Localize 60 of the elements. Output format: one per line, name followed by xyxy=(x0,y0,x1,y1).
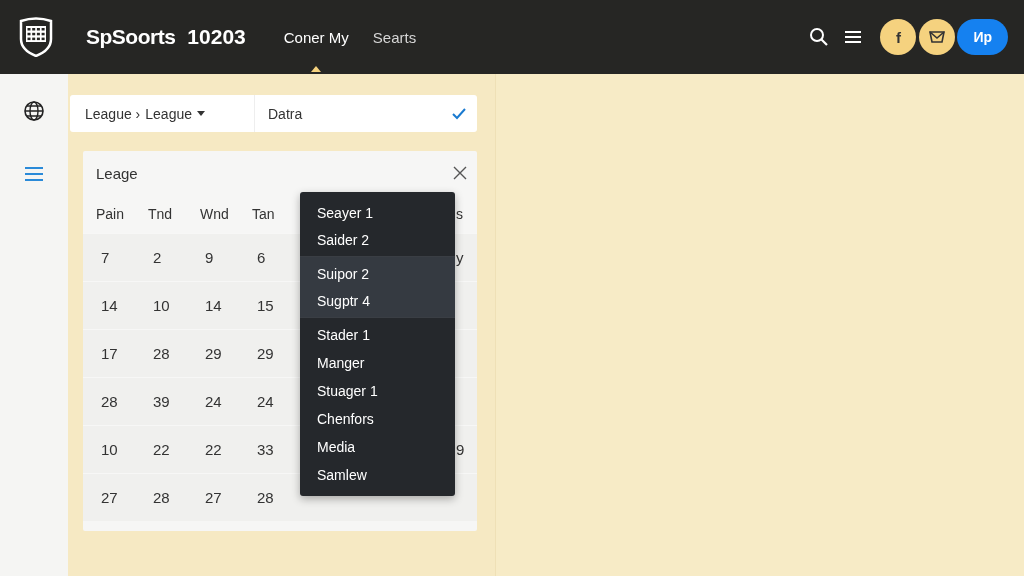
table-cell-text: 17 xyxy=(100,344,119,364)
table-cell-text: 29 xyxy=(204,344,223,364)
table-cell-text: 15 xyxy=(256,296,275,316)
card-title: Leage xyxy=(96,164,138,182)
table-cell-text: 39 xyxy=(152,392,171,412)
table-cell-text: 10 xyxy=(100,440,119,460)
caret-icon xyxy=(197,111,205,116)
menu-item[interactable]: Sugptr 4 xyxy=(300,287,455,314)
input-field[interactable]: Datra xyxy=(255,95,477,132)
column-header: Wnd xyxy=(199,205,230,224)
table-cell-text: 2 xyxy=(152,248,163,268)
globe-icon[interactable] xyxy=(23,100,45,122)
menu-item[interactable]: Media xyxy=(300,433,455,461)
table-cell-text: 7 xyxy=(100,248,111,268)
menu-item[interactable]: Suipor 2 xyxy=(300,260,455,287)
table-cell-text: 6 xyxy=(256,248,267,268)
table-cell-text: y xyxy=(455,248,465,268)
table-cell-text: 9 xyxy=(204,248,215,268)
brand-number: 10203 xyxy=(187,25,246,49)
menu-item[interactable]: Chenfors xyxy=(300,405,455,433)
column-header: Tan xyxy=(251,205,276,224)
table-cell-text: 22 xyxy=(152,440,171,460)
nav-tab[interactable]: Coner My xyxy=(283,0,349,74)
close-icon[interactable] xyxy=(453,166,467,180)
table-cell-text: 10 xyxy=(152,296,171,316)
nav-tab[interactable]: Searts xyxy=(372,0,417,74)
table-cell-text: 33 xyxy=(256,440,275,460)
text-input[interactable]: Datra xyxy=(255,94,451,133)
table-cell-text: 28 xyxy=(152,344,171,364)
table-cell-text: 28 xyxy=(256,488,275,508)
breadcrumb-item[interactable]: League › xyxy=(85,105,141,122)
table-cell-text: 28 xyxy=(100,392,119,412)
table-cell-text: 14 xyxy=(100,296,119,316)
brand-name: SpSoorts xyxy=(86,25,176,49)
menu-item[interactable]: Stader 1 xyxy=(300,321,455,349)
table-cell-text: 14 xyxy=(204,296,223,316)
mail-button[interactable] xyxy=(919,19,956,55)
table-cell-text: 29 xyxy=(256,344,275,364)
table-cell-text: 22 xyxy=(204,440,223,460)
breadcrumb-dropdown[interactable]: League xyxy=(145,105,205,122)
menu-item[interactable]: Saider 2 xyxy=(300,226,455,253)
menu-item[interactable]: Stuager 1 xyxy=(300,377,455,405)
menu-item[interactable]: Manger xyxy=(300,349,455,377)
table-cell-text: 27 xyxy=(204,488,223,508)
user-button[interactable]: Ир xyxy=(957,19,1008,55)
caret-icon xyxy=(311,66,322,72)
table-cell-text: 28 xyxy=(152,488,171,508)
table-cell-text: 27 xyxy=(100,488,119,508)
column-header: s xyxy=(455,205,464,224)
social-button[interactable]: f xyxy=(880,19,917,55)
table-cell-text: 9 xyxy=(455,440,466,460)
search-icon[interactable] xyxy=(809,27,830,47)
envelope-icon xyxy=(929,31,946,43)
table-cell-text: 24 xyxy=(204,392,223,412)
menu-item[interactable]: Samlew xyxy=(300,461,455,489)
table-cell-text: 24 xyxy=(256,392,275,412)
column-header: Pain xyxy=(95,205,126,224)
menu-item[interactable]: Seayer 1 xyxy=(300,199,455,226)
shield-logo-icon xyxy=(18,17,54,57)
column-header: Tnd xyxy=(147,205,174,224)
